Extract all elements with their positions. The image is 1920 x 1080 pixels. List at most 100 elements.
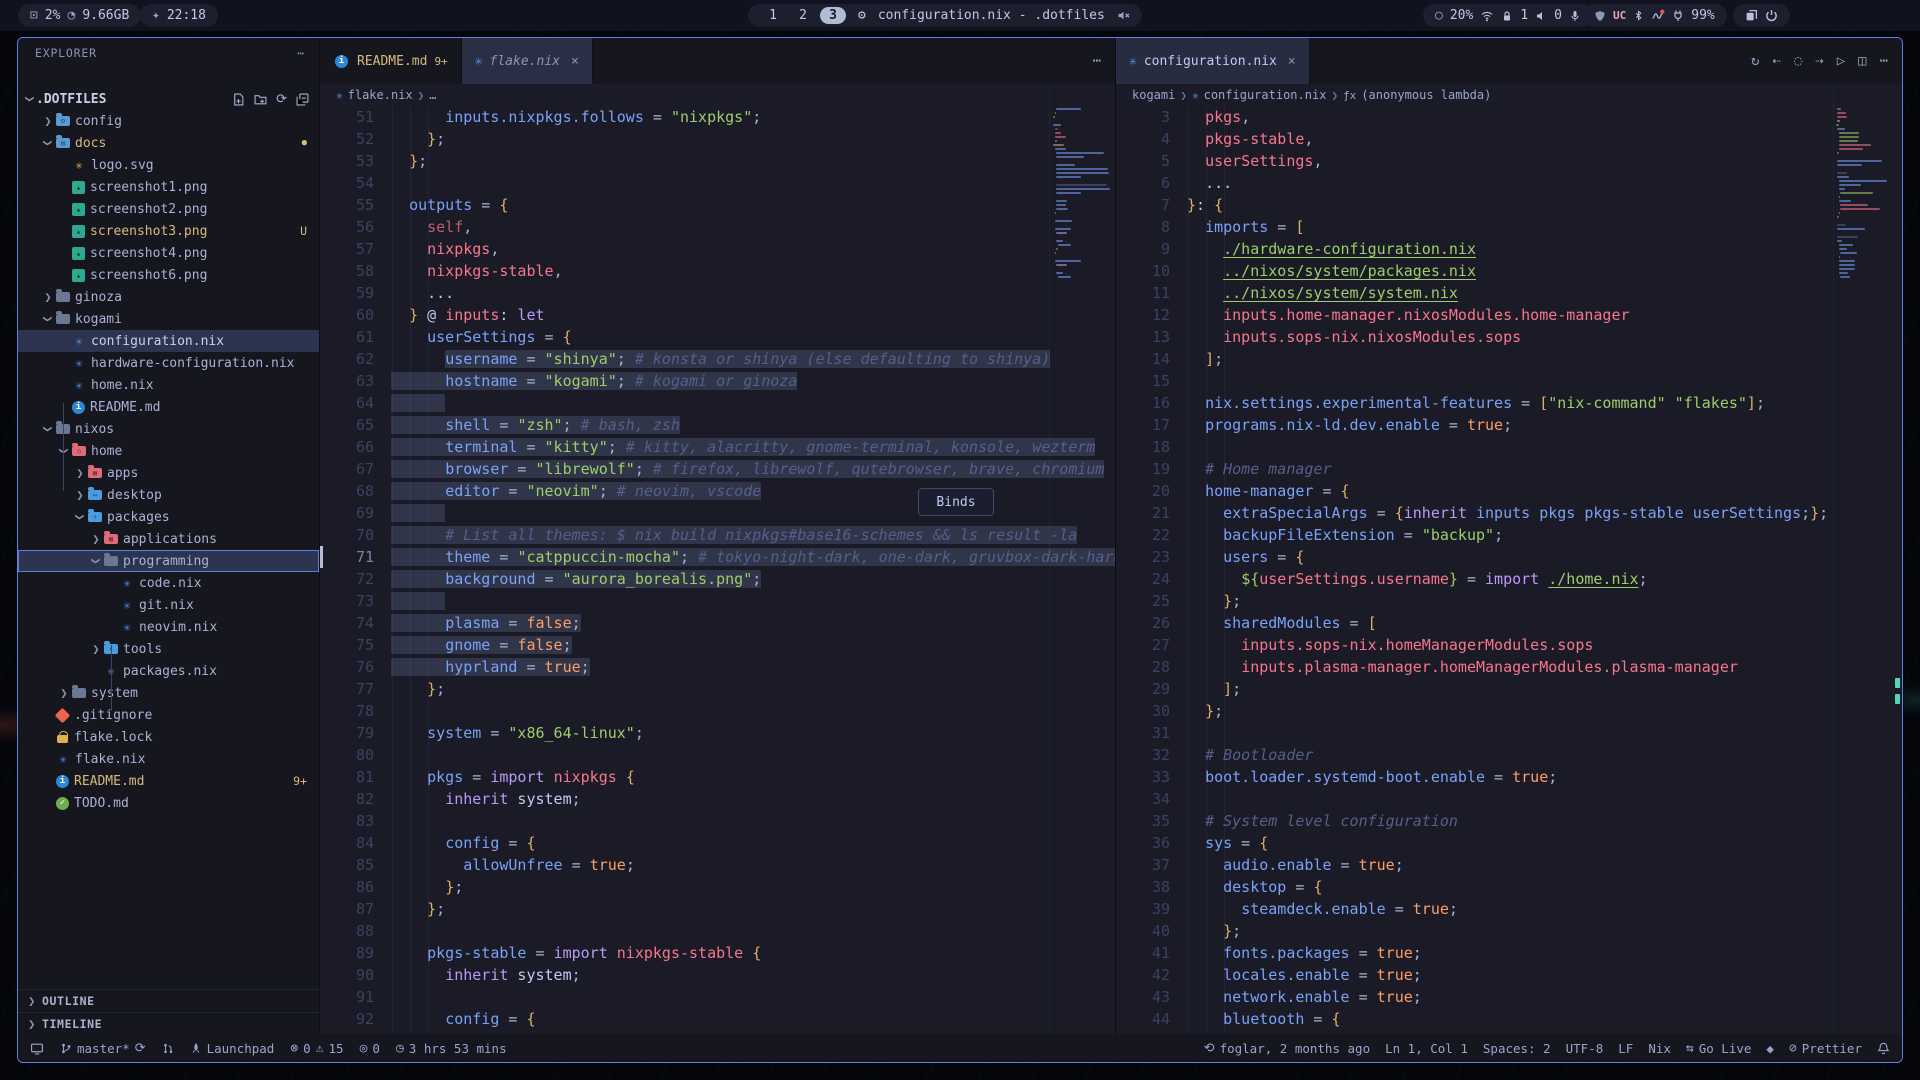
code-line-10[interactable]: 10 ../nixos/system/packages.nix: [1116, 260, 1902, 282]
launchpad-button[interactable]: Launchpad: [190, 1041, 275, 1056]
tree-item-home.nix[interactable]: ✳home.nix: [18, 374, 319, 396]
split-editor-icon[interactable]: ◫: [1858, 53, 1866, 69]
remote-window-button[interactable]: [30, 1042, 44, 1055]
code-line-40[interactable]: 40 };: [1116, 920, 1902, 942]
code-line-13[interactable]: 13 inputs.sops-nix.nixosModules.sops: [1116, 326, 1902, 348]
microphone-icon[interactable]: [1569, 10, 1581, 22]
code-line-35[interactable]: 35 # System level configuration: [1116, 810, 1902, 832]
go-live-button[interactable]: ⇆Go Live: [1686, 1041, 1752, 1056]
git-blame-item[interactable]: ⟲foglar, 2 months ago: [1204, 1041, 1370, 1056]
code-line-62[interactable]: 62 username = "shinya"; # konsta or shin…: [320, 348, 1115, 370]
code-line-28[interactable]: 28 inputs.plasma-manager.homeManagerModu…: [1116, 656, 1902, 678]
code-line-76[interactable]: 76 hyprland = true;: [320, 656, 1115, 678]
tree-item-screenshot3.png[interactable]: ▴screenshot3.pngU: [18, 220, 319, 242]
code-line-42[interactable]: 42 locales.enable = true;: [1116, 964, 1902, 986]
code-line-30[interactable]: 30 };: [1116, 700, 1902, 722]
code-line-53[interactable]: 53 };: [320, 150, 1115, 172]
tree-item-code.nix[interactable]: ✳code.nix: [18, 572, 319, 594]
chevron-down-icon[interactable]: ❯: [41, 137, 55, 149]
code-line-33[interactable]: 33 boot.loader.systemd-boot.enable = tru…: [1116, 766, 1902, 788]
code-line-8[interactable]: 8 imports = [: [1116, 216, 1902, 238]
shield-icon[interactable]: [1594, 10, 1606, 22]
code-line-85[interactable]: 85 allowUnfree = true;: [320, 854, 1115, 876]
code-line-22[interactable]: 22 backupFileExtension = "backup";: [1116, 524, 1902, 546]
tree-item-kogami[interactable]: ❯kogami: [18, 308, 319, 330]
code-line-59[interactable]: 59 ...: [320, 282, 1115, 304]
code-line-91[interactable]: 91: [320, 986, 1115, 1008]
clock-widget[interactable]: ✦ 22:18: [140, 4, 218, 27]
chevron-right-icon[interactable]: ❯: [42, 114, 54, 128]
tree-item-git.nix[interactable]: ✳git.nix: [18, 594, 319, 616]
code-line-75[interactable]: 75 gnome = false;: [320, 634, 1115, 656]
code-line-58[interactable]: 58 nixpkgs-stable,: [320, 260, 1115, 282]
code-editor-flake[interactable]: 51 inputs.nixpkgs.follows = "nixpkgs";52…: [320, 106, 1115, 1034]
chevron-down-icon[interactable]: ❯: [89, 555, 103, 567]
speaker-icon[interactable]: [1535, 10, 1547, 22]
minimap[interactable]: [1833, 86, 1894, 1034]
code-line-63[interactable]: 63 hostname = "kogami"; # kogami or gino…: [320, 370, 1115, 392]
tab-flake-nix[interactable]: ✳ flake.nix ×: [462, 38, 593, 84]
tree-item-neovim.nix[interactable]: ✳neovim.nix: [18, 616, 319, 638]
code-line-19[interactable]: 19 # Home manager: [1116, 458, 1902, 480]
breadcrumb-symbol[interactable]: …: [429, 88, 436, 102]
chevron-down-icon[interactable]: ❯: [41, 423, 55, 435]
indentation-setting[interactable]: Spaces: 2: [1483, 1041, 1551, 1056]
tree-item-configuration.nix[interactable]: ✳configuration.nix: [18, 330, 319, 352]
keyboard-lock-icon[interactable]: [1501, 10, 1513, 22]
tree-item-screenshot6.png[interactable]: ▴screenshot6.png: [18, 264, 319, 286]
open-changes-icon[interactable]: ◌: [1794, 53, 1802, 69]
pull-request-button[interactable]: [162, 1042, 174, 1055]
code-line-14[interactable]: 14 ];: [1116, 348, 1902, 370]
workspace-2[interactable]: 2: [790, 7, 816, 24]
code-line-37[interactable]: 37 audio.enable = true;: [1116, 854, 1902, 876]
breadcrumb-folder[interactable]: kogami: [1132, 88, 1175, 102]
code-line-26[interactable]: 26 sharedModules = [: [1116, 612, 1902, 634]
code-line-5[interactable]: 5 userSettings,: [1116, 150, 1902, 172]
code-line-70[interactable]: 70 # List all themes: $ nix build nixpkg…: [320, 524, 1115, 546]
code-line-89[interactable]: 89 pkgs-stable = import nixpkgs-stable {: [320, 942, 1115, 964]
code-line-90[interactable]: 90 inherit system;: [320, 964, 1115, 986]
code-line-61[interactable]: 61 userSettings = {: [320, 326, 1115, 348]
code-line-18[interactable]: 18: [1116, 436, 1902, 458]
code-line-11[interactable]: 11 ../nixos/system/system.nix: [1116, 282, 1902, 304]
wifi-icon[interactable]: [1480, 10, 1494, 22]
code-line-66[interactable]: 66 terminal = "kitty"; # kitty, alacritt…: [320, 436, 1115, 458]
nav-back-icon[interactable]: ⇠: [1772, 53, 1780, 69]
mute-icon[interactable]: [1117, 9, 1130, 22]
problems-button[interactable]: ⊗0 ⚠15: [290, 1041, 343, 1056]
code-line-74[interactable]: 74 plasma = false;: [320, 612, 1115, 634]
workspace-1[interactable]: 1: [760, 7, 786, 24]
code-line-41[interactable]: 41 fonts.packages = true;: [1116, 942, 1902, 964]
tree-item-screenshot4.png[interactable]: ▴screenshot4.png: [18, 242, 319, 264]
code-line-52[interactable]: 52 };: [320, 128, 1115, 150]
code-line-81[interactable]: 81 pkgs = import nixpkgs {: [320, 766, 1115, 788]
eol-setting[interactable]: LF: [1618, 1041, 1633, 1056]
collapse-all-icon[interactable]: [296, 93, 309, 106]
code-line-9[interactable]: 9 ./hardware-configuration.nix: [1116, 238, 1902, 260]
breadcrumb-symbol[interactable]: (anonymous lambda): [1361, 88, 1491, 102]
code-line-68[interactable]: 68 editor = "neovim"; # neovim, vscode: [320, 480, 1115, 502]
tab-readme[interactable]: i README.md 9+: [320, 38, 462, 84]
tree-item-packages[interactable]: ❯↑packages: [18, 506, 319, 528]
minimap[interactable]: [1049, 86, 1110, 1034]
code-line-44[interactable]: 44 bluetooth = {: [1116, 1008, 1902, 1030]
code-line-57[interactable]: 57 nixpkgs,: [320, 238, 1115, 260]
chevron-right-icon[interactable]: ❯: [74, 488, 86, 502]
system-stats-widget[interactable]: ⊡ 2% ◔ 9.66GB: [18, 4, 141, 27]
new-file-icon[interactable]: [232, 93, 245, 106]
code-line-80[interactable]: 80: [320, 744, 1115, 766]
notifications-bell-icon[interactable]: [1877, 1042, 1890, 1055]
power-icon[interactable]: [1765, 9, 1778, 22]
code-line-78[interactable]: 78: [320, 700, 1115, 722]
tree-item-logo.svg[interactable]: ✳logo.svg: [18, 154, 319, 176]
tree-item-tools[interactable]: ❯✦tools: [18, 638, 319, 660]
tree-item-README.md[interactable]: iREADME.md9+: [18, 770, 319, 792]
code-line-15[interactable]: 15: [1116, 370, 1902, 392]
refresh-icon[interactable]: ⟳: [276, 92, 287, 107]
code-line-83[interactable]: 83: [320, 810, 1115, 832]
ports-button[interactable]: ◎0: [360, 1041, 380, 1056]
code-line-24[interactable]: 24 ${userSettings.username} = import ./h…: [1116, 568, 1902, 590]
tree-item-programming[interactable]: ❯programming: [18, 550, 319, 572]
language-mode[interactable]: Nix: [1648, 1041, 1671, 1056]
code-line-43[interactable]: 43 network.enable = true;: [1116, 986, 1902, 1008]
